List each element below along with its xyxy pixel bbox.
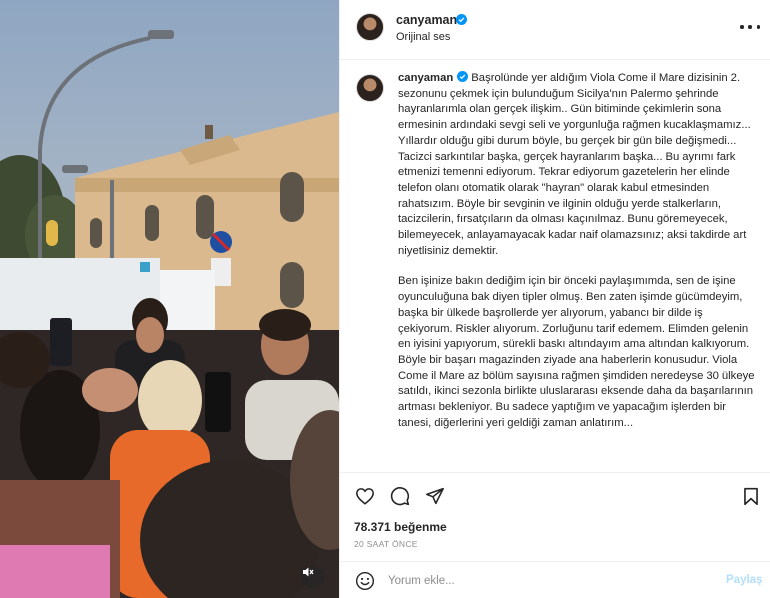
verified-badge-icon: [457, 71, 469, 82]
post-video[interactable]: [0, 0, 339, 598]
likes-count[interactable]: 78.371 beğenme: [354, 520, 447, 534]
post-details-pane: canyaman Orijinal ses canyaman Başrolünde…: [339, 0, 770, 598]
comment-input[interactable]: [388, 570, 708, 592]
post-comment-button[interactable]: Paylaş: [726, 574, 762, 586]
share-button[interactable]: [424, 485, 446, 507]
post-caption: canyaman Başrolünde yer aldığım Viola Com…: [398, 71, 758, 431]
caption-text-2: Ben işinize bakın dediğim için bir öncek…: [398, 275, 755, 429]
post-timestamp[interactable]: 20 SAAT ÖNCE: [354, 539, 418, 549]
post-header: canyaman Orijinal ses: [340, 0, 770, 60]
post-actions: 78.371 beğenme 20 SAAT ÖNCE: [340, 472, 770, 558]
verified-badge-icon: [456, 14, 467, 25]
more-options-icon[interactable]: [740, 17, 760, 37]
video-frame-illustration: [0, 0, 339, 598]
avatar[interactable]: [356, 13, 384, 41]
share-icon: [426, 487, 444, 505]
audio-label[interactable]: Orijinal ses: [396, 31, 450, 43]
comment-icon: [390, 487, 410, 506]
caption-username[interactable]: canyaman: [398, 72, 453, 84]
comment-bar: Paylaş: [340, 561, 770, 598]
mute-button[interactable]: [302, 566, 324, 588]
save-button[interactable]: [740, 485, 762, 507]
caption-section: canyaman Başrolünde yer aldığım Viola Com…: [340, 61, 770, 471]
caption-paragraph: Ben işinize bakın dediğim için bir öncek…: [398, 274, 758, 431]
emoji-icon[interactable]: [355, 571, 375, 591]
username-link[interactable]: canyaman: [396, 13, 457, 27]
muted-speaker-icon: [303, 567, 314, 577]
heart-icon: [356, 488, 374, 505]
caption-text-1: Başrolünde yer aldığım Viola Come il Mar…: [398, 72, 751, 257]
comment-button[interactable]: [389, 485, 411, 507]
caption-avatar[interactable]: [356, 74, 384, 102]
caption-paragraph: canyaman Başrolünde yer aldığım Viola Com…: [398, 71, 758, 259]
bookmark-icon: [744, 487, 758, 505]
like-button[interactable]: [354, 485, 376, 507]
